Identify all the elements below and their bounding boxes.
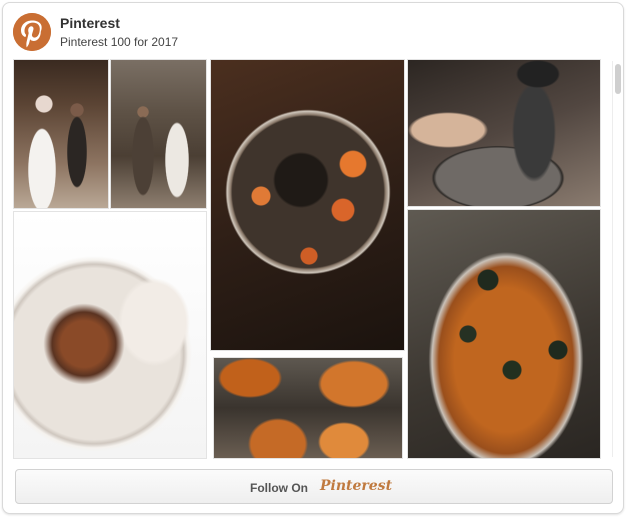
pinterest-board-widget: Pinterest Pinterest 100 for 2017 Follow … — [2, 2, 624, 514]
scrollbar-thumb[interactable] — [615, 64, 621, 94]
octopus-bowl-photo[interactable] — [13, 211, 207, 459]
sweet-potato-chips-photo[interactable] — [213, 357, 403, 459]
follow-on-pinterest-button[interactable]: Follow On Pinterest — [15, 469, 613, 504]
wedding-photo-left[interactable] — [13, 59, 109, 209]
sous-vide-photo[interactable] — [407, 59, 601, 207]
sweet-potato-salad-photo[interactable] — [210, 59, 405, 351]
board-owner-name[interactable]: Pinterest — [60, 15, 120, 31]
follow-label: Follow On — [250, 481, 308, 495]
wedding-photo-right[interactable] — [110, 59, 207, 209]
board-title[interactable]: Pinterest 100 for 2017 — [60, 35, 178, 49]
pinterest-p-icon[interactable] — [13, 13, 51, 51]
nachos-photo[interactable] — [407, 209, 601, 459]
pinterest-wordmark-logo: Pinterest — [320, 478, 393, 494]
pin-grid — [13, 59, 610, 459]
scrollbar[interactable] — [612, 61, 621, 457]
